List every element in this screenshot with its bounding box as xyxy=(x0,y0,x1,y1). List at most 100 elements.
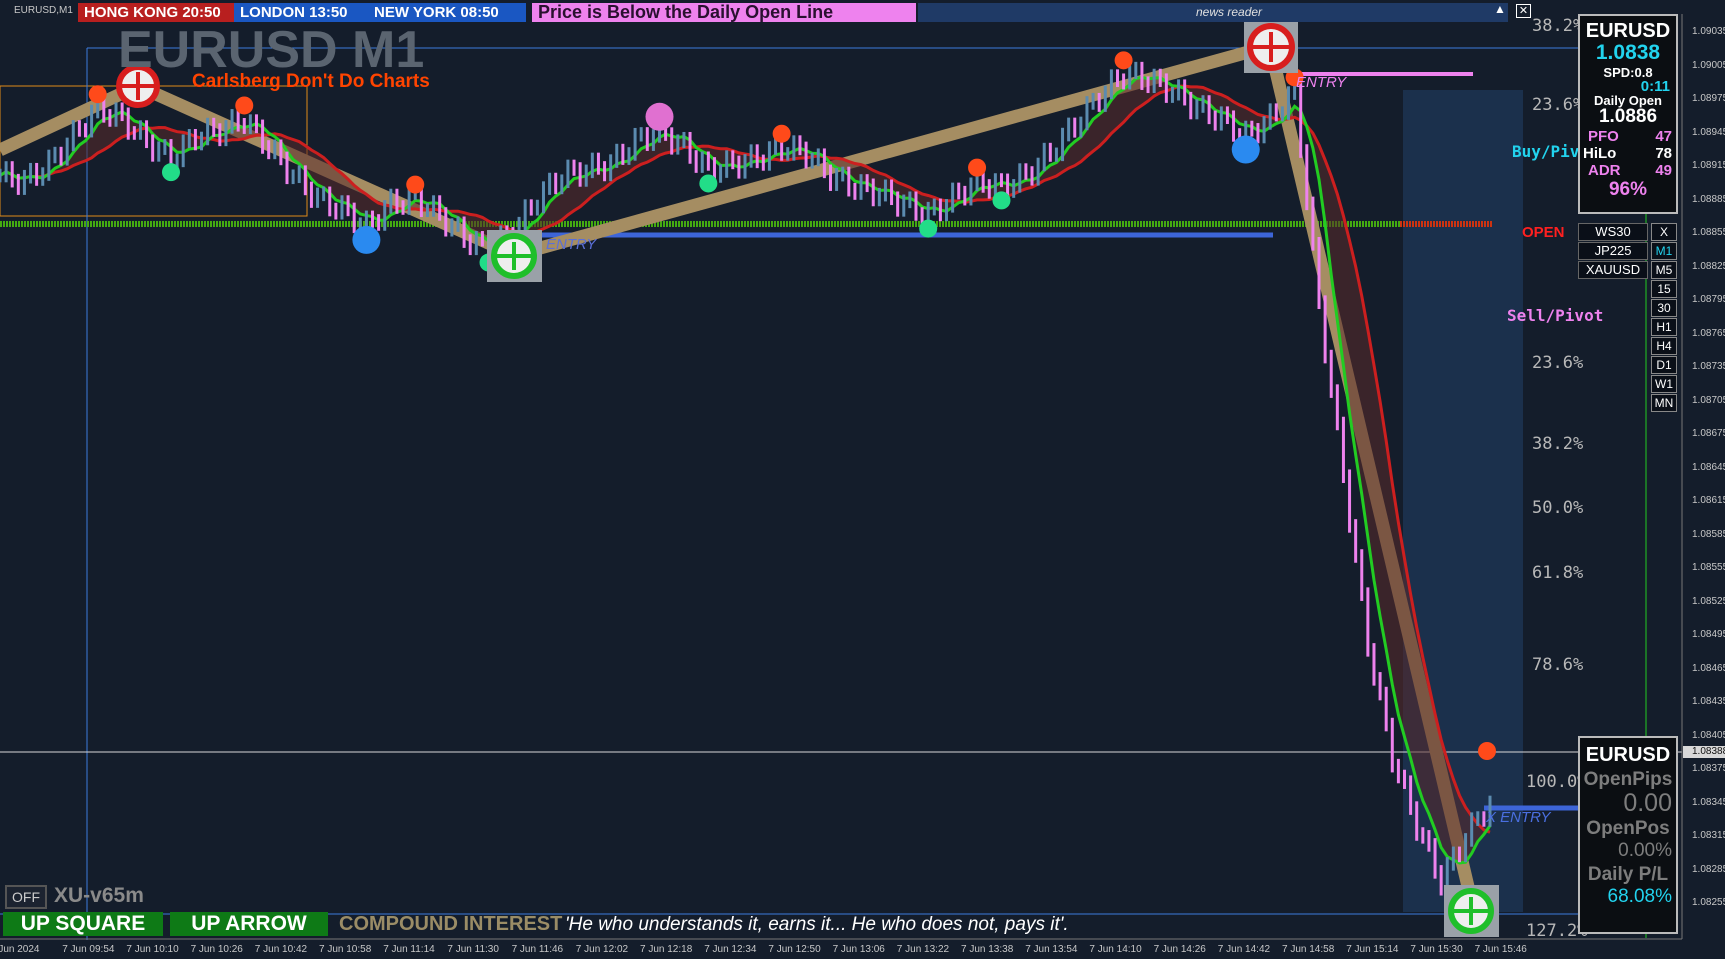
time-axis-tick: 7 Jun 10:26 xyxy=(190,944,243,955)
timeframe-m1[interactable]: M1 xyxy=(1651,242,1677,260)
signal-dot-low xyxy=(992,191,1011,210)
price-axis-tick: 1.09005 xyxy=(1692,59,1725,71)
info-stat-pfo: PFO 47 xyxy=(1588,128,1672,145)
open-pos-value: 0.00% xyxy=(1618,840,1672,861)
symbol-button-jp225[interactable]: JP225 xyxy=(1578,242,1648,260)
signal-dot-high xyxy=(88,85,107,104)
timeframe-d1[interactable]: D1 xyxy=(1651,356,1677,374)
time-axis-tick: 7 Jun 13:06 xyxy=(832,944,885,955)
time-axis-tick: 7 Jun 11:46 xyxy=(511,944,564,955)
open-label: OPEN xyxy=(1522,224,1565,241)
entry-label-bottom: X ENTRY xyxy=(1486,809,1551,826)
price-axis-tick: 1.08375 xyxy=(1692,763,1725,774)
signal-dot-high xyxy=(235,96,254,115)
fib-level: 38.2% xyxy=(1532,434,1584,454)
buy-entry-marker-bottom[interactable] xyxy=(1444,885,1499,937)
time-axis-tick: 7 Jun 14:58 xyxy=(1282,944,1335,955)
symbol-button-ws30[interactable]: WS30 xyxy=(1578,223,1648,241)
signal-dot-high xyxy=(772,124,791,143)
signal-dot-low xyxy=(919,219,938,238)
timeframe-h4[interactable]: H4 xyxy=(1651,337,1677,355)
price-axis-tick: 1.08525 xyxy=(1692,595,1725,607)
time-axis-tick: 7 Jun 12:02 xyxy=(575,944,629,955)
time-axis-tick: 7 Jun 2024 xyxy=(0,944,40,955)
entry-label-top: ENTRY xyxy=(1296,74,1347,91)
price-chart[interactable] xyxy=(0,0,1725,959)
timeframe-mn[interactable]: MN xyxy=(1651,394,1677,412)
open-pips-value: 0.00 xyxy=(1623,789,1672,817)
price-axis-tick: 1.08345 xyxy=(1692,796,1725,808)
price-axis-tick: 1.08435 xyxy=(1692,696,1725,707)
buy-entry-marker-mid[interactable] xyxy=(487,230,542,282)
signal-dot-high xyxy=(968,158,987,177)
time-axis-tick: 7 Jun 10:42 xyxy=(254,944,308,955)
info-stat-adr: ADR 49 xyxy=(1588,162,1672,179)
fib-level: 38.2% xyxy=(1532,16,1584,36)
price-axis-tick: 1.08885 xyxy=(1692,193,1725,205)
price-axis-tick: 1.08405 xyxy=(1692,729,1725,741)
time-axis-tick: 7 Jun 12:34 xyxy=(704,944,757,955)
sell-pivot-label: Sell/Pivot xyxy=(1507,306,1604,325)
fib-level: 23.6% xyxy=(1532,95,1584,115)
timeframe-w1[interactable]: W1 xyxy=(1651,375,1677,393)
sell-entry-marker-top[interactable] xyxy=(1244,21,1298,73)
info-adr-percent: 96% xyxy=(1608,179,1648,200)
up-arrow-button[interactable]: UP ARROW xyxy=(170,912,328,936)
time-axis-tick: 7 Jun 09:54 xyxy=(62,944,115,955)
indicator-off-toggle[interactable]: OFF xyxy=(5,885,47,909)
time-axis-tick: 7 Jun 10:58 xyxy=(319,944,372,955)
signal-dot-high xyxy=(645,102,674,131)
price-axis-tick: 1.08285 xyxy=(1692,863,1725,875)
timeframe-m5[interactable]: M5 xyxy=(1651,261,1677,279)
price-axis-tick: 1.08765 xyxy=(1692,327,1725,339)
current-price-tag: 1.08388 xyxy=(1692,746,1725,757)
time-axis-tick: 7 Jun 11:14 xyxy=(383,944,435,955)
timeframe-30[interactable]: 30 xyxy=(1651,299,1677,317)
quote-text: 'He who understands it, earns it... He w… xyxy=(565,914,1069,935)
time-axis-tick: 7 Jun 12:18 xyxy=(640,944,693,955)
open-pips-label: OpenPips xyxy=(1583,769,1673,790)
price-axis-tick: 1.08645 xyxy=(1692,461,1725,473)
close-icon[interactable]: ✕ xyxy=(1516,4,1531,18)
price-axis-tick: 1.08495 xyxy=(1692,629,1725,640)
open-pos-label: OpenPos xyxy=(1586,818,1670,839)
time-axis-tick: 7 Jun 13:38 xyxy=(961,944,1014,955)
timeframe-15[interactable]: 15 xyxy=(1651,280,1677,298)
time-axis-tick: 7 Jun 13:22 xyxy=(896,944,950,955)
price-axis-tick: 1.08615 xyxy=(1692,495,1725,506)
price-axis-tick: 1.08555 xyxy=(1692,562,1725,573)
fib-level: 23.6% xyxy=(1532,353,1584,373)
price-axis-tick: 1.08255 xyxy=(1692,897,1725,908)
price-axis-tick: 1.08945 xyxy=(1692,126,1725,138)
time-axis-tick: 7 Jun 14:42 xyxy=(1217,944,1271,955)
alert-banner: Price is Below the Daily Open Line xyxy=(532,3,916,22)
price-axis-tick: 1.08795 xyxy=(1692,294,1725,305)
price-axis-tick: 1.09035 xyxy=(1692,26,1725,37)
signal-dot-low xyxy=(352,225,381,254)
daily-pl-value: 68.08% xyxy=(1607,886,1672,907)
news-reader-label: news reader xyxy=(1196,5,1263,19)
fib-level: 61.8% xyxy=(1532,563,1584,583)
daily-pl-label: Daily P/L xyxy=(1587,864,1669,885)
signal-dot-high xyxy=(406,175,425,194)
time-axis-tick: 7 Jun 12:50 xyxy=(768,944,821,955)
time-axis-tick: 7 Jun 14:10 xyxy=(1089,944,1142,955)
price-axis-tick: 1.08915 xyxy=(1692,160,1725,171)
price-axis-tick: 1.08585 xyxy=(1692,528,1725,540)
pips-panel: EURUSD OpenPips 0.00 OpenPos 0.00% Daily… xyxy=(1578,736,1678,934)
buy-pivot-label: Buy/Pivot xyxy=(1512,142,1578,161)
symbol-close-button[interactable]: X xyxy=(1651,223,1677,241)
price-axis-tick: 1.08735 xyxy=(1692,361,1725,372)
compound-interest-label: COMPOUND INTEREST xyxy=(339,913,563,935)
pips-symbol: EURUSD xyxy=(1585,744,1671,766)
time-axis-tick: 7 Jun 15:14 xyxy=(1346,944,1399,955)
info-price: 1.0838 xyxy=(1595,41,1661,64)
triangle-up-icon[interactable]: ▲ xyxy=(1494,2,1506,16)
time-axis-tick: 7 Jun 11:30 xyxy=(447,944,499,955)
up-square-button[interactable]: UP SQUARE xyxy=(3,912,163,936)
symbol-button-xauusd[interactable]: XAUUSD xyxy=(1578,261,1648,279)
price-axis-tick: 1.08975 xyxy=(1692,93,1725,104)
time-axis-tick: 7 Jun 15:30 xyxy=(1410,944,1463,955)
timeframe-h1[interactable]: H1 xyxy=(1651,318,1677,336)
chart-subtitle: Carlsberg Don't Do Charts xyxy=(192,71,430,92)
